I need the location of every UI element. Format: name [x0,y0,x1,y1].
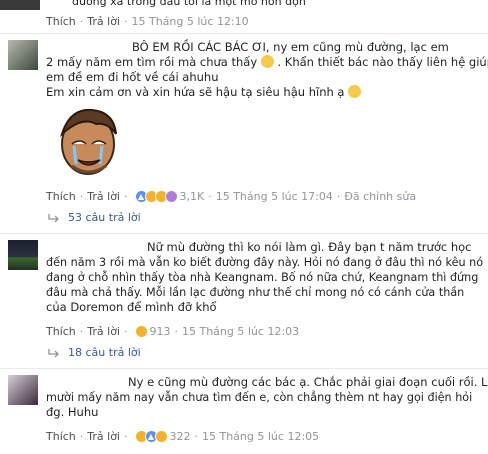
separator-dot: · [124,189,128,203]
separator-dot: · [79,189,84,203]
comment-line: Nữ mù đường thì ko nói làm gì. Đây bạn t… [147,240,472,254]
comment-line-part: Em xin cảm ơn và xin hứa sẽ hậu tạ siêu … [46,85,345,99]
comment-line-part: 2 mấy năm em tìm rồi mà chưa thấy [46,55,258,69]
reply-link[interactable]: Trả lời [87,15,120,28]
comment-actions: Thích · Trả lời · 15 Tháng 5 lúc 12:10 [46,13,249,29]
reply-arrow-icon [48,348,59,357]
avatar[interactable] [8,40,38,70]
flower-reaction-icon [164,189,178,203]
redacted-name[interactable] [46,377,126,389]
comment-line: BÔ EM RỒI CÁC BÁC ƠI, ny em cũng mù đườn… [132,40,449,54]
redacted-name[interactable] [46,42,130,54]
comment-line: đâu mà chả thấy. Mỗi lần lạc đường như t… [46,286,465,299]
divider [0,233,488,234]
reaction-count[interactable]: 913 [150,325,171,338]
reaction-count[interactable]: 322 [170,430,191,443]
reply-link[interactable]: Trả lời [87,190,120,203]
replies-count[interactable]: 53 câu trả lời [68,211,141,224]
reaction-count[interactable]: 3,1K [180,190,205,203]
reactions[interactable] [134,324,148,338]
crying-man-sticker[interactable] [52,104,124,178]
sad-reaction-icon [154,429,168,443]
redacted-name[interactable] [46,242,146,254]
comment-line: em đề em đi hốt về cái ahuhu [46,70,219,84]
separator-dot: · [174,324,179,338]
avatar[interactable] [8,375,38,405]
divider [0,368,488,369]
timestamp[interactable]: 15 Tháng 5 lúc 12:03 [182,325,299,338]
separator-dot: · [336,189,341,203]
like-link[interactable]: Thích [46,190,76,203]
sad-emoji-icon [260,55,274,68]
comment-actions: Thích · Trả lời · ▲ 322 · 15 Tháng 5 lúc… [46,428,319,444]
separator-dot: · [79,324,84,338]
reply-link[interactable]: Trả lời [87,430,120,443]
separator-dot: · [79,14,84,28]
separator-dot: · [208,189,212,203]
reactions[interactable]: ▲ [134,429,168,443]
comment-line: đang ở chỗ nhìn thấy tòa nhà Keangnam. B… [46,271,479,284]
comment-line: 2 mấy năm em tìm rồi mà chưa thấy . Khẩn… [46,55,488,70]
separator-dot: · [124,429,128,443]
reply-link[interactable]: Trả lời [87,325,120,338]
avatar[interactable] [8,240,38,270]
avatar[interactable] [0,0,40,10]
like-link[interactable]: Thích [46,15,76,28]
comment-line: Em xin cảm ơn và xin hứa sẽ hậu tạ siêu … [46,85,362,100]
comment-text: đường xá trong đầu tôi là một mớ hỗn độn [72,0,306,8]
view-replies-link[interactable]: 18 câu trả lời [48,346,141,359]
haha-reaction-icon [134,324,148,338]
separator-dot: · [79,429,84,443]
reply-arrow-icon [48,213,59,222]
comment-line: Ny e cũng mù đường các bác ạ. Chắc phải … [128,375,488,389]
replies-count[interactable]: 18 câu trả lời [68,346,141,359]
divider [0,33,488,34]
like-link[interactable]: Thích [46,430,76,443]
separator-dot: · [124,14,128,28]
sad-emoji-icon [348,85,362,98]
comment-line: đến năm 3 rồi mà vẫn ko biết đường đây n… [46,256,484,269]
timestamp[interactable]: 15 Tháng 5 lúc 12:05 [202,430,319,443]
comment-line: đg. Huhu [46,405,99,419]
view-replies-link[interactable]: 53 câu trả lời [48,211,141,224]
timestamp[interactable]: 15 Tháng 5 lúc 17:04 [216,190,333,203]
separator-dot: · [124,324,128,338]
edited-label[interactable]: Đã chỉnh sửa [344,190,416,203]
comment-actions: Thích · Trả lời · ▲ 3,1K · 15 Tháng 5 lú… [46,188,416,204]
comment-actions: Thích · Trả lời · 913 · 15 Tháng 5 lúc 1… [46,323,299,339]
comment-line-part: . Khẩn thiết bác nào thấy liên hệ giúp [277,55,488,69]
comment-line: mười mấy năm nay vẫn chưa tìm đến e, còn… [46,391,473,404]
like-link[interactable]: Thích [46,325,76,338]
separator-dot: · [194,429,199,443]
reactions[interactable]: ▲ [134,189,178,203]
timestamp[interactable]: 15 Tháng 5 lúc 12:10 [132,15,249,28]
comment-line: của Doremon để mình đỡ khổ [46,300,217,314]
